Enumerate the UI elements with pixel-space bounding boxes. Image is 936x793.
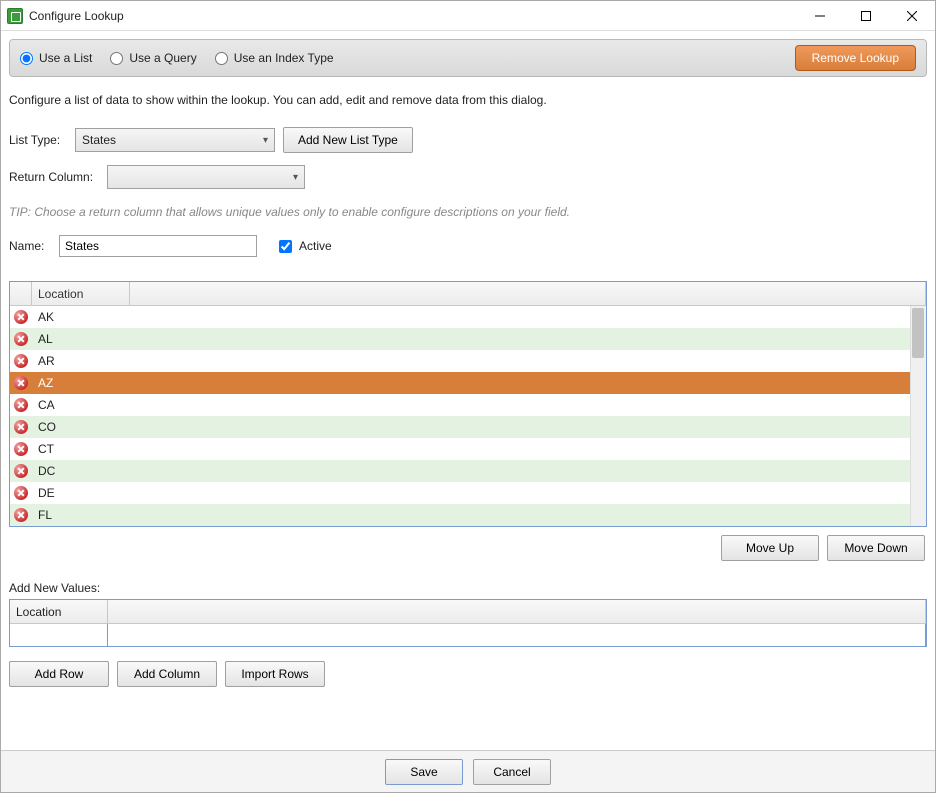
grid-cell-location[interactable]: CO [32,420,130,434]
description-text: Configure a list of data to show within … [9,93,927,107]
delete-row-icon[interactable] [14,332,28,346]
return-column-label: Return Column: [9,170,99,184]
mode-radio-label-2: Use an Index Type [234,51,334,65]
grid-row[interactable]: CO [10,416,926,438]
mode-radio-2[interactable]: Use an Index Type [215,51,334,65]
mode-radio-0[interactable]: Use a List [20,51,92,65]
grid-row[interactable]: DE [10,482,926,504]
chevron-down-icon: ▾ [263,135,268,146]
grid-row[interactable]: AK [10,306,926,328]
add-row-button[interactable]: Add Row [9,661,109,687]
move-buttons: Move Up Move Down [9,535,927,561]
mode-radio-input-0[interactable] [20,52,33,65]
add-list-type-button[interactable]: Add New List Type [283,127,413,153]
grid-cell-location[interactable]: AL [32,332,130,346]
app-icon [7,8,23,24]
add-new-values-grid: Location [9,599,927,647]
grid-row[interactable]: CA [10,394,926,416]
maximize-button[interactable] [843,1,889,31]
return-column-row: Return Column: ▾ [9,165,927,189]
return-column-select[interactable]: ▾ [107,165,305,189]
vertical-scrollbar[interactable] [910,306,926,526]
grid-header: Location [10,282,926,306]
add-new-values-label: Add New Values: [9,581,927,595]
name-input[interactable] [59,235,257,257]
mode-radio-1[interactable]: Use a Query [110,51,196,65]
content: Use a List Use a Query Use an Index Type R… [1,31,935,750]
grid-cell-location[interactable]: CT [32,442,130,456]
delete-row-icon[interactable] [14,398,28,412]
titlebar: Configure Lookup [1,1,935,31]
grid-cell-location[interactable]: CA [32,398,130,412]
new-values-header-location[interactable]: Location [10,600,108,623]
active-checkbox-wrap[interactable]: Active [275,237,333,256]
grid-header-location[interactable]: Location [32,282,130,305]
minimize-button[interactable] [797,1,843,31]
active-checkbox[interactable] [279,240,292,253]
delete-row-icon[interactable] [14,310,28,324]
scrollbar-thumb[interactable] [912,308,924,358]
name-label: Name: [9,239,51,253]
grid-cell-location[interactable]: AK [32,310,130,324]
grid-header-icon-col [10,282,32,305]
mode-radio-input-1[interactable] [110,52,123,65]
delete-row-icon[interactable] [14,354,28,368]
chevron-down-icon: ▾ [293,172,298,183]
mode-radio-input-2[interactable] [215,52,228,65]
list-type-select[interactable]: States ▾ [75,128,275,152]
delete-row-icon[interactable] [14,508,28,522]
move-down-button[interactable]: Move Down [827,535,925,561]
grid-cell-location[interactable]: AR [32,354,130,368]
list-type-label: List Type: [9,133,67,147]
grid-cell-location[interactable]: DE [32,486,130,500]
add-column-button[interactable]: Add Column [117,661,217,687]
delete-row-icon[interactable] [14,442,28,456]
delete-row-icon[interactable] [14,420,28,434]
return-column-tip: TIP: Choose a return column that allows … [9,205,927,219]
grid-row[interactable]: CT [10,438,926,460]
grid-cell-location[interactable]: DC [32,464,130,478]
import-rows-button[interactable]: Import Rows [225,661,325,687]
active-label: Active [299,239,332,253]
grid-header-rest [130,282,926,305]
grid-row[interactable]: AZ [10,372,926,394]
delete-row-icon[interactable] [14,464,28,478]
window: Configure Lookup Use a ListUse a QueryUs… [0,0,936,793]
mode-radio-label-1: Use a Query [129,51,196,65]
delete-row-icon[interactable] [14,376,28,390]
footer: Save Cancel [1,750,935,792]
grid-body[interactable]: AK AL AR AZ CA CO CT DC DE FL [10,306,926,526]
list-type-value: States [82,133,116,147]
data-grid: Location AK AL AR AZ CA CO CT DC DE FL [9,281,927,527]
window-title: Configure Lookup [29,9,124,23]
cancel-button[interactable]: Cancel [473,759,551,785]
grid-row[interactable]: FL [10,504,926,526]
grid-row[interactable]: AL [10,328,926,350]
grid-row[interactable]: DC [10,460,926,482]
close-button[interactable] [889,1,935,31]
mode-bar: Use a List Use a Query Use an Index Type R… [9,39,927,77]
grid-cell-location[interactable]: FL [32,508,130,522]
grid-row[interactable]: AR [10,350,926,372]
delete-row-icon[interactable] [14,486,28,500]
action-buttons: Add Row Add Column Import Rows [9,661,927,687]
new-value-location-input[interactable] [14,626,103,644]
name-row: Name: Active [9,235,927,257]
remove-lookup-button[interactable]: Remove Lookup [795,45,916,71]
mode-radio-label-0: Use a List [39,51,92,65]
list-type-row: List Type: States ▾ Add New List Type [9,127,927,153]
new-values-header-rest [108,600,926,623]
grid-cell-location[interactable]: AZ [32,376,130,390]
save-button[interactable]: Save [385,759,463,785]
move-up-button[interactable]: Move Up [721,535,819,561]
